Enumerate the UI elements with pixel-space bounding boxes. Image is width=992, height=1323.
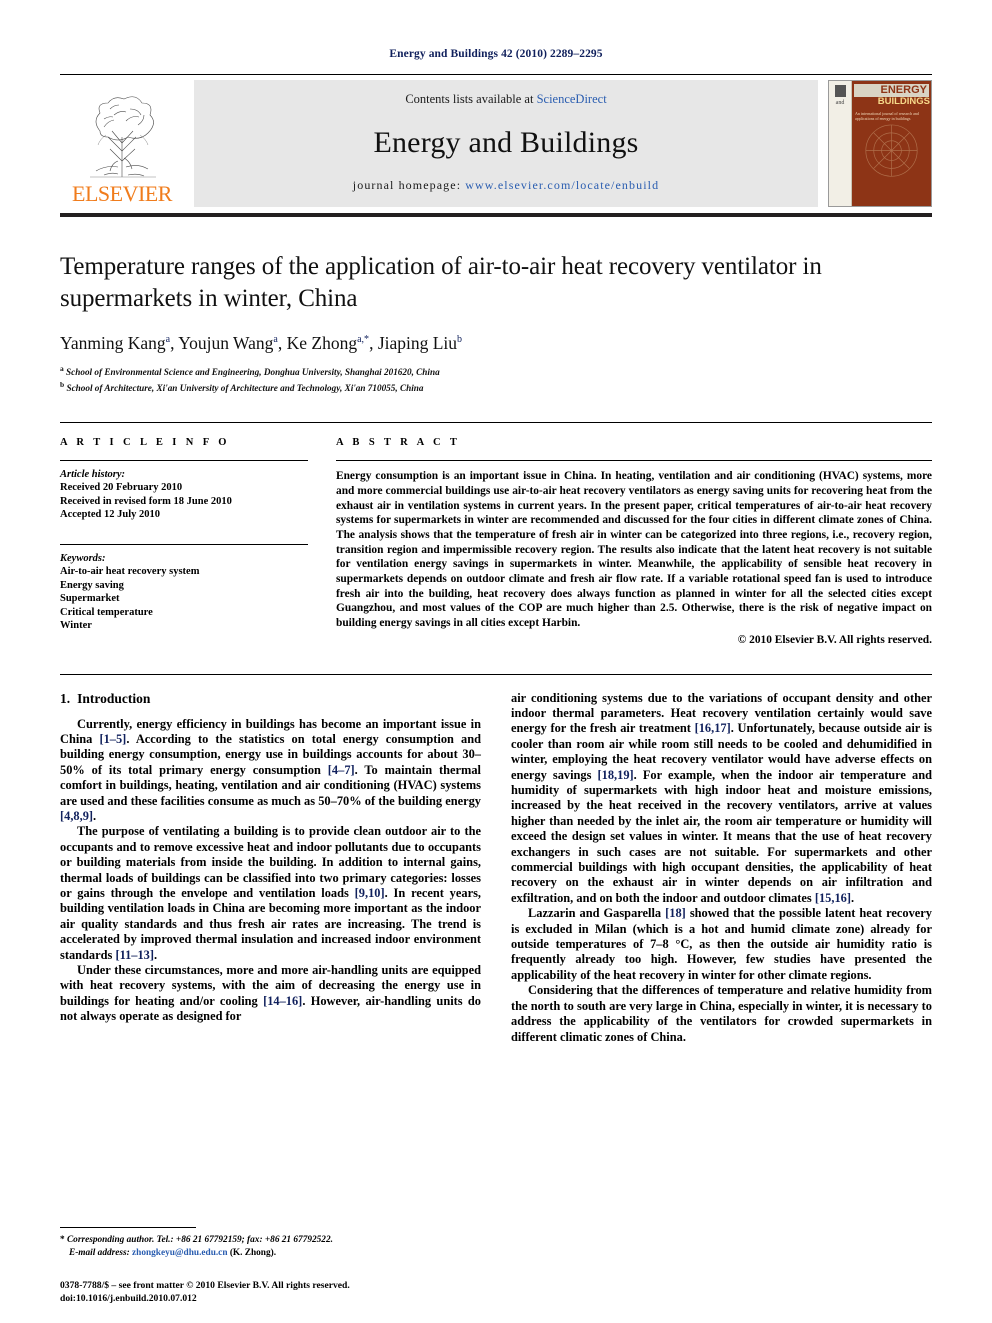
elsevier-wordmark: ELSEVIER [72,181,172,206]
citation-link[interactable]: [15,16] [815,891,851,905]
doi-line: doi:10.1016/j.enbuild.2010.07.012 [60,1293,197,1304]
cover-and-label: and [835,100,845,106]
abstract-copyright: © 2010 Elsevier B.V. All rights reserved… [737,633,932,646]
history-item: Received in revised form 18 June 2010 [60,495,232,507]
body-paragraph: Considering that the differences of temp… [511,983,932,1045]
citation-link[interactable]: [4,8,9] [60,809,93,823]
info-abstract-region: A R T I C L E I N F O Article history: R… [60,422,932,647]
footnote-region: * Corresponding author. Tel.: +86 21 677… [60,1227,481,1259]
cover-face: ENERGY BUILDINGS An international journa… [852,81,931,206]
body-column-right: air conditioning systems due to the vari… [511,691,932,1045]
citation-link[interactable]: [9,10] [355,886,385,900]
affiliation-b-text: School of Architecture, Xi'an University… [66,382,424,393]
issn-line: 0378-7788/$ – see front matter © 2010 El… [60,1280,350,1291]
homepage-url-link[interactable]: www.elsevier.com/locate/enbuild [465,178,659,192]
paragraph-text: . [850,890,855,905]
paragraph-text: . [93,809,97,823]
citation-link[interactable]: [1–5] [99,732,126,746]
paragraph-text: Lazzarin and Gasparella [528,906,666,921]
running-head: Energy and Buildings 42 (2010) 2289–2295 [389,48,603,60]
paper-page: Energy and Buildings 42 (2010) 2289–2295 [0,0,992,1323]
banner-center: Contents lists available at ScienceDirec… [194,80,818,207]
article-info-column: A R T I C L E I N F O Article history: R… [60,437,308,647]
body-columns: 1. Introduction Currently, energy efficie… [60,673,932,1045]
affiliation-a-text: School of Environmental Science and Engi… [66,367,440,378]
right-column-paragraphs: air conditioning systems due to the vari… [511,691,932,1045]
keyword-item: Air-to-air heat recovery system [60,565,200,577]
cover-energy-label: ENERGY [880,84,927,96]
citation-link[interactable]: [4–7] [328,763,355,777]
elsevier-tree-icon [90,96,156,178]
keyword-item: Critical temperature [60,606,153,618]
cover-buildings-label: BUILDINGS [852,97,931,107]
section-number: 1. [60,690,71,706]
body-paragraph: Under these circumstances, more and more… [60,963,481,1025]
homepage-prefix: journal homepage: [352,178,462,192]
article-info-rule [60,460,308,462]
footnote-rule [60,1227,196,1229]
abstract-heading: A B S T R A C T [336,437,461,449]
banner-top-rule [60,74,932,75]
article-info-heading: A R T I C L E I N F O [60,437,230,449]
body-paragraph: Lazzarin and Gasparella [18] showed that… [511,906,932,983]
journal-title: Energy and Buildings [373,125,639,159]
contents-prefix: Contents lists available at [405,92,537,106]
keyword-item: Energy saving [60,579,124,591]
citation-link[interactable]: [18] [665,906,686,920]
keyword-item: Supermarket [60,593,120,605]
imprint-block: 0378-7788/$ – see front matter © 2010 El… [60,1279,481,1305]
article-history-list: Received 20 February 2010 Received in re… [60,481,308,522]
keywords-rule [60,543,308,545]
keyword-item: Winter [60,620,92,632]
body-paragraph: The purpose of ventilating a building is… [60,824,481,963]
email-address-link[interactable]: zhongkeyu@dhu.edu.cn [132,1248,227,1258]
corresponding-author-note: * Corresponding author. Tel.: +86 21 677… [60,1234,481,1259]
section-heading: 1. Introduction [60,691,481,707]
abstract-rule [336,460,932,462]
footnote-marker: * [60,1235,65,1246]
corresponding-author-text: Corresponding author. Tel.: +86 21 67792… [66,1235,333,1246]
contents-available-line: Contents lists available at ScienceDirec… [405,92,606,107]
cover-spine: and [829,81,852,206]
journal-homepage-line: journal homepage: www.elsevier.com/locat… [353,178,659,193]
body-paragraph: Currently, energy efficiency in building… [60,717,481,825]
history-item: Accepted 12 July 2010 [60,509,161,521]
paragraph-text: . [153,947,158,962]
sciencedirect-link[interactable]: ScienceDirect [537,92,607,106]
publisher-mark-icon [834,85,846,97]
paragraph-text: Considering that the differences of temp… [511,983,932,1044]
history-item: Received 20 February 2010 [60,482,183,494]
abstract-text: Energy consumption is an important issue… [336,470,932,630]
journal-cover-thumbnail: and ENERGY BUILDINGS An international jo… [828,80,932,207]
article-history-label: Article history: [60,469,126,481]
section-title-text: Introduction [77,690,151,706]
citation-link[interactable]: [14–16] [263,994,302,1008]
article-title: Temperature ranges of the application of… [60,253,822,312]
left-column-paragraphs: Currently, energy efficiency in building… [60,717,481,1025]
title-block: Temperature ranges of the application of… [60,251,932,394]
email-address-label: E-mail address: [69,1247,130,1258]
citation-link[interactable]: [16,17] [695,721,731,735]
body-paragraph: air conditioning systems due to the vari… [511,691,932,907]
cover-subtitle: An international journal of research and… [855,111,919,121]
citation-link[interactable]: [11–13] [115,948,154,962]
keywords-block: Keywords: Air-to-air heat recovery syste… [60,543,308,633]
banner-bottom-rule [60,213,932,217]
elsevier-logo: ELSEVIER [60,80,184,207]
affiliation-b: b School of Architecture, Xi'an Universi… [60,379,424,393]
citation-link[interactable]: [18,19] [598,768,634,782]
email-owner: (K. Zhong). [229,1247,277,1258]
abstract-column: A B S T R A C T Energy consumption is an… [336,437,932,647]
author-list: Yanming Kanga, Youjun Wanga, Ke Zhonga,*… [60,333,463,353]
keywords-label: Keywords: [60,552,106,564]
paragraph-text: . For example, when the indoor air tempe… [511,767,932,905]
body-column-left: 1. Introduction Currently, energy efficie… [60,691,481,1045]
cover-diagram-icon [865,124,918,177]
affiliation-a: a School of Environmental Science and En… [60,364,440,378]
journal-banner: ELSEVIER Contents lists available at Sci… [60,74,932,217]
